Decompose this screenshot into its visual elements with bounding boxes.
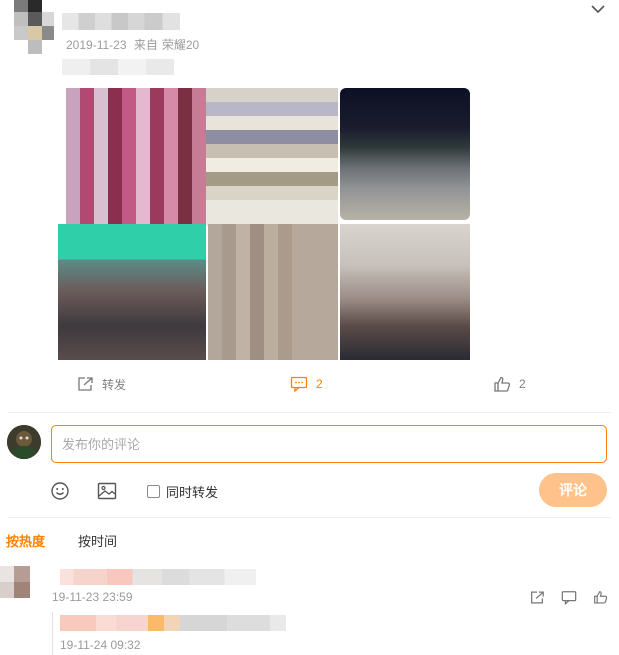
- image-icon[interactable]: [96, 480, 118, 502]
- reply-thread-line: [52, 612, 53, 655]
- post-source-device[interactable]: 荣耀20: [162, 38, 199, 52]
- comment-input[interactable]: [51, 425, 607, 463]
- submit-comment-button[interactable]: 评论: [539, 473, 607, 507]
- comment-count: 2: [316, 377, 323, 391]
- post-source-prefix: 来自: [133, 38, 158, 52]
- comment-time: 19-11-23 23:59: [52, 590, 133, 604]
- commenter-text-blurred: [60, 569, 256, 585]
- comment-like-icon[interactable]: [593, 590, 608, 606]
- post-meta: 2019-11-23 来自 荣耀20: [66, 37, 203, 53]
- author-name-blurred[interactable]: [62, 13, 180, 30]
- post-image[interactable]: [340, 88, 470, 220]
- forward-button[interactable]: 转发: [76, 374, 126, 394]
- divider: [8, 517, 611, 518]
- like-count: 2: [519, 377, 526, 391]
- commenter-avatar[interactable]: [0, 564, 44, 600]
- checkbox-box[interactable]: [147, 485, 160, 498]
- tab-sort-by-time[interactable]: 按时间: [78, 533, 117, 551]
- post-text-blurred: [62, 59, 174, 75]
- repost-checkbox[interactable]: 同时转发: [147, 482, 218, 501]
- comment-reply-icon[interactable]: [561, 590, 577, 606]
- like-button[interactable]: 2: [493, 374, 526, 394]
- tab-sort-by-hot[interactable]: 按热度: [6, 533, 45, 551]
- repost-label: 同时转发: [166, 485, 219, 500]
- post-date: 2019-11-23: [66, 38, 127, 52]
- divider: [8, 412, 611, 413]
- comment-icon: [290, 376, 308, 392]
- chevron-down-icon[interactable]: [590, 2, 606, 14]
- current-user-avatar[interactable]: [7, 425, 41, 459]
- post-image-grid[interactable]: [58, 84, 482, 364]
- comment-toggle-button[interactable]: 2: [290, 374, 323, 394]
- share-icon: [78, 377, 93, 391]
- post-image[interactable]: [66, 88, 206, 226]
- reply-text-blurred: [60, 615, 286, 631]
- reply-time: 19-11-24 09:32: [60, 638, 141, 652]
- comment-share-icon[interactable]: [529, 590, 545, 606]
- forward-label: 转发: [102, 377, 127, 392]
- emoji-icon[interactable]: [49, 480, 71, 502]
- thumbs-up-icon: [494, 376, 511, 392]
- post-image[interactable]: [58, 224, 206, 360]
- post-image[interactable]: [340, 224, 470, 360]
- post-image[interactable]: [206, 88, 338, 226]
- author-avatar[interactable]: [14, 0, 54, 54]
- post-image[interactable]: [208, 224, 338, 360]
